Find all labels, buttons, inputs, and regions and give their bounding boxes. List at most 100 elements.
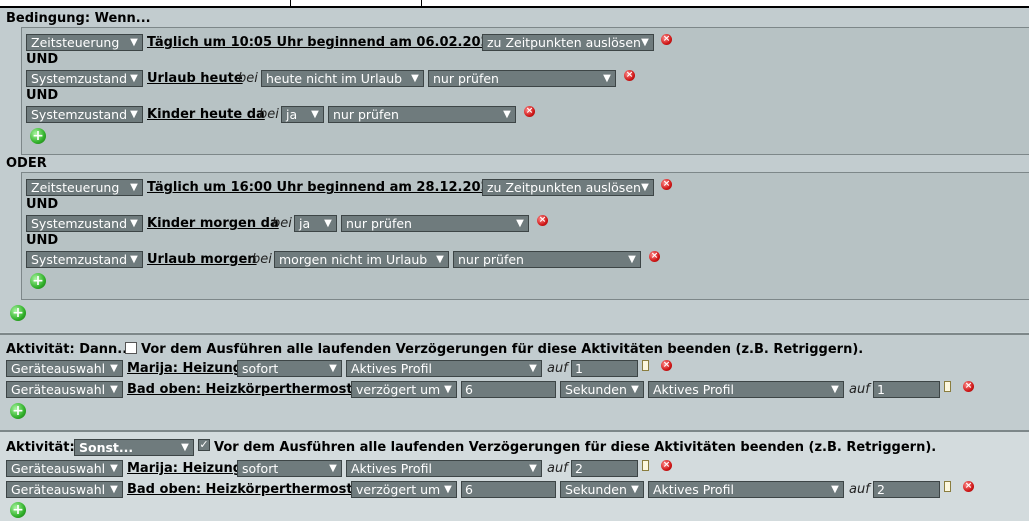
value-input[interactable]: 1: [873, 381, 940, 398]
chevron-down-icon: ▼: [641, 37, 649, 48]
chevron-down-icon: ▼: [130, 73, 138, 84]
chevron-down-icon: ▼: [628, 254, 636, 265]
delete-icon[interactable]: ×: [963, 381, 974, 392]
retrigger-label: Vor dem Ausführen alle laufenden Verzöge…: [214, 440, 937, 455]
column-divider: [290, 0, 291, 6]
condition-type-select[interactable]: Systemzustand ▼: [26, 106, 143, 123]
action-type-select[interactable]: Geräteauswahl ▼: [6, 460, 123, 477]
column-divider: [421, 0, 422, 6]
condition-type-select[interactable]: Systemzustand ▼: [26, 215, 143, 232]
state-value-select[interactable]: morgen nicht im Urlaub ▼: [274, 251, 449, 268]
check-mode-select[interactable]: nur prüfen ▼: [341, 215, 529, 232]
condition-time-link[interactable]: Täglich um 16:00 Uhr beginnend am 28.12.…: [147, 179, 499, 196]
activity-mode-select[interactable]: Sonst... ▼: [74, 439, 194, 456]
delete-icon[interactable]: ×: [624, 70, 635, 81]
delete-icon[interactable]: ×: [661, 460, 672, 471]
document-icon[interactable]: [944, 381, 951, 392]
delete-icon[interactable]: ×: [524, 106, 535, 117]
chevron-down-icon: ▼: [411, 73, 419, 84]
chevron-down-icon: ▼: [641, 182, 649, 193]
state-value-select[interactable]: ja ▼: [281, 106, 324, 123]
chevron-down-icon: ▼: [516, 218, 524, 229]
chevron-down-icon: ▼: [130, 109, 138, 120]
condition-state-link[interactable]: Urlaub morgen: [147, 251, 257, 268]
condition-type-select[interactable]: Zeitsteuerung ▼: [26, 179, 143, 196]
delete-icon[interactable]: ×: [649, 251, 660, 262]
check-mode-select[interactable]: nur prüfen ▼: [453, 251, 641, 268]
device-link[interactable]: Marija: Heizung: [127, 360, 242, 377]
chevron-down-icon: ▼: [631, 384, 639, 395]
condition-type-select[interactable]: Systemzustand ▼: [26, 251, 143, 268]
bei-label: bei: [238, 71, 258, 86]
auf-label: auf: [849, 482, 870, 497]
device-link[interactable]: Marija: Heizung: [127, 460, 242, 477]
param-select[interactable]: Aktives Profil ▼: [648, 481, 844, 498]
delete-icon[interactable]: ×: [661, 179, 672, 190]
activity-then-header: Aktivität: Dann...: [6, 342, 133, 357]
chevron-down-icon: ▼: [130, 182, 138, 193]
value-input[interactable]: 2: [571, 460, 638, 477]
add-icon[interactable]: +: [10, 502, 26, 518]
chevron-down-icon: ▼: [831, 384, 839, 395]
add-icon[interactable]: +: [30, 273, 46, 289]
condition-type-select[interactable]: Zeitsteuerung ▼: [26, 34, 143, 51]
chevron-down-icon: ▼: [631, 484, 639, 495]
condition-state-link[interactable]: Urlaub heute: [147, 70, 243, 87]
delete-icon[interactable]: ×: [661, 360, 672, 371]
top-strip: [0, 0, 1029, 8]
device-link[interactable]: Bad oben: Heizkörperthermostat: [127, 381, 368, 398]
chevron-down-icon: ▼: [603, 73, 611, 84]
document-icon[interactable]: [642, 460, 649, 471]
action-type-select[interactable]: Geräteauswahl ▼: [6, 381, 123, 398]
condition-time-link[interactable]: Täglich um 10:05 Uhr beginnend am 06.02.…: [147, 34, 499, 51]
value-input[interactable]: 2: [873, 481, 940, 498]
action-type-select[interactable]: Geräteauswahl ▼: [6, 481, 123, 498]
trigger-mode-select[interactable]: zu Zeitpunkten auslösen ▼: [482, 34, 654, 51]
chevron-down-icon: ▼: [831, 484, 839, 495]
chevron-down-icon: ▼: [444, 484, 452, 495]
action-type-select[interactable]: Geräteauswahl ▼: [6, 360, 123, 377]
or-label: ODER: [6, 156, 47, 171]
document-icon[interactable]: [944, 481, 951, 492]
chevron-down-icon: ▼: [324, 218, 332, 229]
check-mode-select[interactable]: nur prüfen ▼: [428, 70, 616, 87]
condition-state-link[interactable]: Kinder heute da: [147, 106, 265, 123]
add-icon[interactable]: +: [30, 128, 46, 144]
timing-select[interactable]: sofort ▼: [237, 460, 342, 477]
retrigger-checkbox[interactable]: [125, 342, 137, 354]
document-icon[interactable]: [642, 360, 649, 371]
delete-icon[interactable]: ×: [537, 215, 548, 226]
retrigger-checkbox[interactable]: ✓: [198, 439, 210, 451]
auf-label: auf: [849, 382, 870, 397]
unit-select[interactable]: Sekunden ▼: [560, 381, 644, 398]
delete-icon[interactable]: ×: [661, 34, 672, 45]
condition-type-select[interactable]: Systemzustand ▼: [26, 70, 143, 87]
chevron-down-icon: ▼: [444, 384, 452, 395]
delete-icon[interactable]: ×: [963, 481, 974, 492]
auf-label: auf: [547, 461, 568, 476]
param-select[interactable]: Aktives Profil ▼: [346, 360, 542, 377]
add-icon[interactable]: +: [10, 305, 26, 321]
param-select[interactable]: Aktives Profil ▼: [346, 460, 542, 477]
chevron-down-icon: ▼: [130, 254, 138, 265]
timing-select[interactable]: verzögert um ▼: [351, 481, 457, 498]
and-label: UND: [26, 197, 59, 212]
chevron-down-icon: ▼: [529, 363, 537, 374]
chevron-down-icon: ▼: [130, 37, 138, 48]
condition-header: Bedingung: Wenn...: [6, 11, 151, 26]
state-value-select[interactable]: heute nicht im Urlaub ▼: [261, 70, 424, 87]
delay-input[interactable]: 6: [461, 381, 556, 398]
add-icon[interactable]: +: [10, 403, 26, 419]
unit-select[interactable]: Sekunden ▼: [560, 481, 644, 498]
check-mode-select[interactable]: nur prüfen ▼: [328, 106, 516, 123]
delay-input[interactable]: 6: [461, 481, 556, 498]
device-link[interactable]: Bad oben: Heizkörperthermostat: [127, 481, 368, 498]
timing-select[interactable]: verzögert um ▼: [351, 381, 457, 398]
state-value-select[interactable]: ja ▼: [294, 215, 337, 232]
bei-label: bei: [272, 216, 292, 231]
param-select[interactable]: Aktives Profil ▼: [648, 381, 844, 398]
trigger-mode-select[interactable]: zu Zeitpunkten auslösen ▼: [482, 179, 654, 196]
value-input[interactable]: 1: [571, 360, 638, 377]
timing-select[interactable]: sofort ▼: [237, 360, 342, 377]
condition-state-link[interactable]: Kinder morgen da: [147, 215, 279, 232]
